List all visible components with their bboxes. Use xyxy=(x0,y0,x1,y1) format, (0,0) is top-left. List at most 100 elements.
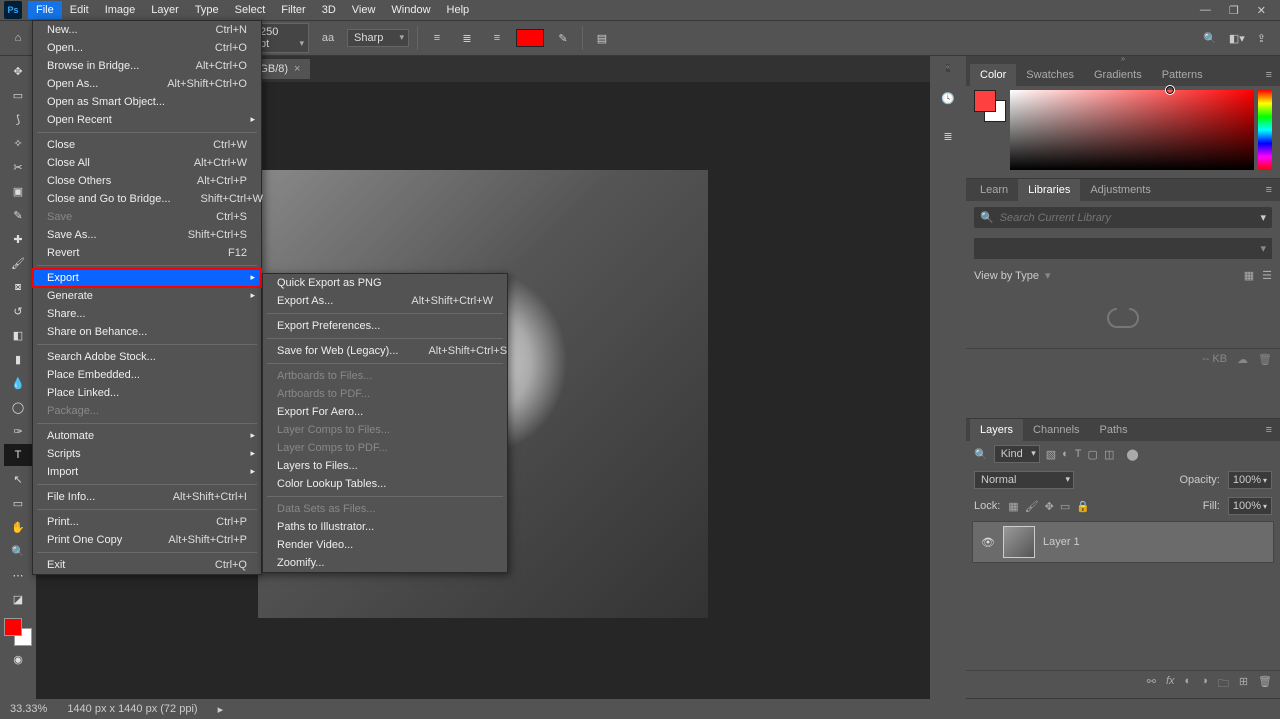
history-brush-tool[interactable]: ↺ xyxy=(4,300,32,322)
menu-help[interactable]: Help xyxy=(439,1,478,19)
menuitem-print[interactable]: Print...Ctrl+P xyxy=(33,513,261,531)
menuitem-share[interactable]: Share... xyxy=(33,305,261,323)
menuitem-zoomify[interactable]: Zoomify... xyxy=(263,554,507,572)
menuitem-layers-to-files[interactable]: Layers to Files... xyxy=(263,457,507,475)
trash-icon[interactable]: 🗑 xyxy=(1258,353,1272,366)
library-search[interactable]: 🔍 ▾ xyxy=(974,207,1272,228)
menu-3d[interactable]: 3D xyxy=(314,1,344,19)
workspace-icon[interactable]: ◧▾ xyxy=(1229,32,1245,45)
menuitem-print-one-copy[interactable]: Print One CopyAlt+Shift+Ctrl+P xyxy=(33,531,261,549)
menuitem-open[interactable]: Open...Ctrl+O xyxy=(33,39,261,57)
menuitem-close-and-go-to-bridge[interactable]: Close and Go to Bridge...Shift+Ctrl+W xyxy=(33,190,261,208)
align-right-icon[interactable]: ≡ xyxy=(486,27,508,49)
layer-row[interactable]: 👁 Layer 1 xyxy=(972,521,1274,563)
filter-pixel-icon[interactable]: ▧ xyxy=(1046,448,1056,461)
filter-type-icon[interactable]: T xyxy=(1075,448,1082,461)
eraser-tool[interactable]: ◧ xyxy=(4,324,32,346)
maximize-icon[interactable]: ❐ xyxy=(1229,4,1239,17)
search-dropdown-icon[interactable]: ▾ xyxy=(1260,211,1266,224)
marquee-tool[interactable]: ▭ xyxy=(4,84,32,106)
quick-mask-tool[interactable]: ◉ xyxy=(4,648,32,670)
menuitem-open-recent[interactable]: Open Recent xyxy=(33,111,261,129)
dock-expand[interactable]: « xyxy=(946,64,950,72)
view-by-label[interactable]: View by Type xyxy=(974,270,1039,282)
library-selector[interactable]: ▾ xyxy=(974,238,1272,259)
lock-position-icon[interactable]: ✥ xyxy=(1045,500,1054,513)
menuitem-export-for-aero[interactable]: Export For Aero... xyxy=(263,403,507,421)
lock-transparent-icon[interactable]: ▦ xyxy=(1008,500,1018,513)
menuitem-open-as-smart-object[interactable]: Open as Smart Object... xyxy=(33,93,261,111)
tab-paths[interactable]: Paths xyxy=(1090,419,1138,441)
menu-image[interactable]: Image xyxy=(97,1,144,19)
menu-filter[interactable]: Filter xyxy=(273,1,313,19)
lock-pixels-icon[interactable]: 🖌 xyxy=(1025,500,1039,513)
menu-window[interactable]: Window xyxy=(383,1,438,19)
warp-text-icon[interactable]: ✎ xyxy=(552,27,574,49)
status-chevron-icon[interactable]: ▸ xyxy=(218,703,224,716)
zoom-value[interactable]: 33.33% xyxy=(10,703,47,715)
tab-libraries[interactable]: Libraries xyxy=(1018,179,1080,201)
tab-color[interactable]: Color xyxy=(970,64,1016,86)
lasso-tool[interactable]: ⟆ xyxy=(4,108,32,130)
visibility-icon[interactable]: 👁 xyxy=(981,536,995,549)
tab-gradients[interactable]: Gradients xyxy=(1084,64,1152,86)
opacity-value[interactable]: 100%▾ xyxy=(1228,471,1272,489)
minimize-icon[interactable]: — xyxy=(1200,4,1211,17)
layer-fx-icon[interactable]: fx xyxy=(1166,675,1175,694)
layer-filter-kind[interactable]: Kind xyxy=(994,445,1040,463)
menuitem-exit[interactable]: ExitCtrl+Q xyxy=(33,556,261,574)
brush-tool[interactable]: 🖌 xyxy=(4,252,32,274)
panel-toggle-icon[interactable]: ▤ xyxy=(591,27,613,49)
filter-adjust-icon[interactable]: ◐ xyxy=(1062,448,1069,461)
menuitem-save-for-web-legacy[interactable]: Save for Web (Legacy)...Alt+Shift+Ctrl+S xyxy=(263,342,507,360)
history-panel-icon[interactable]: 🕓 xyxy=(936,86,960,110)
menu-file[interactable]: File xyxy=(28,1,62,19)
menuitem-generate[interactable]: Generate xyxy=(33,287,261,305)
healing-tool[interactable]: ✚ xyxy=(4,228,32,250)
move-tool[interactable]: ✥ xyxy=(4,60,32,82)
list-view-icon[interactable]: ☰ xyxy=(1262,269,1272,282)
blur-tool[interactable]: 💧 xyxy=(4,372,32,394)
menuitem-place-linked[interactable]: Place Linked... xyxy=(33,384,261,402)
menuitem-browse-in-bridge[interactable]: Browse in Bridge...Alt+Ctrl+O xyxy=(33,57,261,75)
menuitem-paths-to-illustrator[interactable]: Paths to Illustrator... xyxy=(263,518,507,536)
magic-wand-tool[interactable]: ✧ xyxy=(4,132,32,154)
home-icon[interactable]: ⌂ xyxy=(8,29,28,47)
tab-adjustments[interactable]: Adjustments xyxy=(1080,179,1161,201)
rectangle-tool[interactable]: ▭ xyxy=(4,492,32,514)
layer-mask-icon[interactable]: ◐ xyxy=(1185,675,1192,694)
menuitem-export-as[interactable]: Export As...Alt+Shift+Ctrl+W xyxy=(263,292,507,310)
crop-tool[interactable]: ✂ xyxy=(4,156,32,178)
hue-slider[interactable] xyxy=(1258,90,1272,170)
saturation-picker[interactable] xyxy=(1010,90,1254,170)
properties-panel-icon[interactable]: ≣ xyxy=(936,124,960,148)
menu-edit[interactable]: Edit xyxy=(62,1,97,19)
mini-swatch[interactable]: ◪ xyxy=(4,588,32,610)
menu-view[interactable]: View xyxy=(344,1,384,19)
doc-dimensions[interactable]: 1440 px x 1440 px (72 ppi) xyxy=(67,703,197,715)
delete-layer-icon[interactable]: 🗑 xyxy=(1258,675,1272,694)
panel-menu-icon[interactable]: ≡ xyxy=(1258,64,1280,86)
filter-toggle-icon[interactable]: ⬤ xyxy=(1126,448,1138,461)
tab-swatches[interactable]: Swatches xyxy=(1016,64,1084,86)
link-layers-icon[interactable]: ⚯ xyxy=(1147,675,1156,694)
fg-bg-color[interactable] xyxy=(4,618,32,646)
cloud-sync-icon[interactable]: ☁ xyxy=(1237,353,1248,366)
adjustment-layer-icon[interactable]: ◑ xyxy=(1201,675,1208,694)
layer-name[interactable]: Layer 1 xyxy=(1043,536,1080,548)
more-tools[interactable]: ⋯ xyxy=(4,564,32,586)
fill-value[interactable]: 100%▾ xyxy=(1228,497,1272,515)
antialias-dropdown[interactable]: Sharp xyxy=(347,29,409,47)
menu-type[interactable]: Type xyxy=(187,1,227,19)
color-swatch-pair[interactable] xyxy=(974,90,1006,122)
library-search-input[interactable] xyxy=(1000,212,1255,224)
zoom-tool[interactable]: 🔍 xyxy=(4,540,32,562)
menuitem-export[interactable]: Export xyxy=(33,269,261,287)
filter-shape-icon[interactable]: ▢ xyxy=(1088,448,1098,461)
blend-mode-dropdown[interactable]: Normal xyxy=(974,471,1074,489)
frame-tool[interactable]: ▣ xyxy=(4,180,32,202)
panel-menu-icon[interactable]: ≡ xyxy=(1258,419,1280,441)
menuitem-open-as[interactable]: Open As...Alt+Shift+Ctrl+O xyxy=(33,75,261,93)
eyedropper-tool[interactable]: ✎ xyxy=(4,204,32,226)
menuitem-file-info[interactable]: File Info...Alt+Shift+Ctrl+I xyxy=(33,488,261,506)
